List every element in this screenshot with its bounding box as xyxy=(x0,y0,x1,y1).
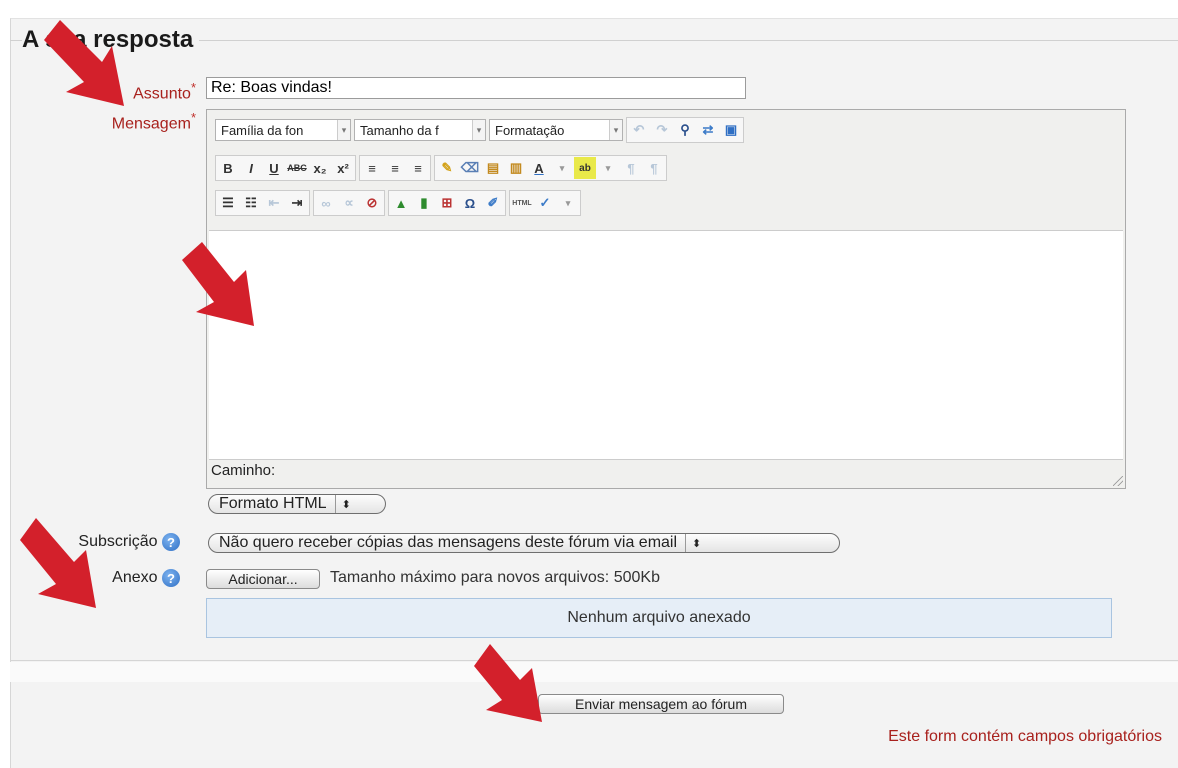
html-source-icon[interactable]: HTML xyxy=(511,192,533,214)
special-char-icon[interactable]: Ω xyxy=(459,192,481,214)
cleanup-icon[interactable]: ✎ xyxy=(436,157,458,179)
subject-label-text: Assunto xyxy=(133,85,191,103)
paste-text-icon[interactable]: ▤ xyxy=(482,157,504,179)
moodle-media-icon[interactable]: ⊞ xyxy=(436,192,458,214)
list-group: ☰ ☷ ⇤ ⇥ xyxy=(215,190,310,216)
toolbar-row-2: B I U ABC x₂ x² ≡ ≡ ≡ ✎ ⌫ ▤ ▥ A ▾ ab ▾ ¶… xyxy=(215,155,667,181)
numbered-list-icon[interactable]: ☷ xyxy=(240,192,262,214)
rtl-icon[interactable]: ¶ xyxy=(643,157,665,179)
chevron-down-icon[interactable]: ▾ xyxy=(551,157,573,179)
outdent-icon[interactable]: ⇤ xyxy=(263,192,285,214)
strikethrough-icon[interactable]: ABC xyxy=(286,157,308,179)
format-select[interactable]: Formatação ▾ xyxy=(489,119,623,141)
align-left-icon[interactable]: ≡ xyxy=(361,157,383,179)
highlight-color-icon[interactable]: ab xyxy=(574,157,596,179)
subject-input[interactable] xyxy=(206,77,746,99)
nolink-icon[interactable]: ⊘ xyxy=(361,192,383,214)
paste-word-icon[interactable]: ▥ xyxy=(505,157,527,179)
arrow-annotation-icon xyxy=(474,644,542,722)
attachment-label-text: Anexo xyxy=(112,569,158,587)
form-divider-band xyxy=(10,662,1178,682)
chevron-down-icon: ▾ xyxy=(609,120,622,140)
chevron-down-icon[interactable]: ▾ xyxy=(557,192,579,214)
required-mark: * xyxy=(190,110,196,125)
subscription-select[interactable]: Não quero receber cópias das mensagens d… xyxy=(208,533,840,553)
fullscreen-icon[interactable]: ▣ xyxy=(720,119,742,141)
editor-content-area[interactable] xyxy=(209,230,1123,460)
file-drop-area[interactable]: Nenhum arquivo anexado xyxy=(206,598,1112,638)
submit-post-button[interactable]: Enviar mensagem ao fórum xyxy=(538,694,784,714)
text-style-group: B I U ABC x₂ x² xyxy=(215,155,356,181)
arrow-annotation-icon xyxy=(182,242,254,326)
undo-icon[interactable]: ↶ xyxy=(628,119,650,141)
clean-group: ✎ ⌫ ▤ ▥ A ▾ ab ▾ ¶ ¶ xyxy=(434,155,667,181)
replace-icon[interactable]: ⇄ xyxy=(697,119,719,141)
find-icon[interactable]: ⚲ xyxy=(674,119,696,141)
toolbar-row-1: Família da fon ▾ Tamanho da f ▾ Formataç… xyxy=(215,117,744,143)
toolbar-row-3: ☰ ☷ ⇤ ⇥ ∞ ∝ ⊘ ▲ ▮ ⊞ Ω ✐ HTML ✓ ▾ xyxy=(215,190,581,216)
required-fields-note: Este form contém campos obrigatórios xyxy=(888,728,1162,745)
image-icon[interactable]: ▲ xyxy=(390,192,412,214)
insert-group: ▲ ▮ ⊞ Ω ✐ xyxy=(388,190,506,216)
arrow-annotation-icon xyxy=(20,518,96,608)
underline-icon[interactable]: U xyxy=(263,157,285,179)
help-icon[interactable]: ? xyxy=(162,569,180,587)
add-file-button[interactable]: Adicionar... xyxy=(206,569,320,589)
font-family-select[interactable]: Família da fon ▾ xyxy=(215,119,351,141)
align-group: ≡ ≡ ≡ xyxy=(359,155,431,181)
help-icon[interactable]: ? xyxy=(162,533,180,551)
unlink-icon[interactable]: ∝ xyxy=(338,192,360,214)
emoticon-icon[interactable]: ✐ xyxy=(482,192,504,214)
subscription-value: Não quero receber cópias das mensagens d… xyxy=(219,534,678,551)
format-value: Formatação xyxy=(495,122,565,138)
editor-path: Caminho: xyxy=(211,462,276,479)
media-icon[interactable]: ▮ xyxy=(413,192,435,214)
align-right-icon[interactable]: ≡ xyxy=(407,157,429,179)
form-divider xyxy=(10,660,1178,661)
text-color-icon[interactable]: A xyxy=(528,157,550,179)
arrow-annotation-icon xyxy=(44,20,124,106)
resize-grip[interactable] xyxy=(1113,476,1123,486)
required-mark: * xyxy=(190,80,196,95)
chevron-down-icon: ▾ xyxy=(472,120,485,140)
indent-icon[interactable]: ⇥ xyxy=(286,192,308,214)
redo-icon[interactable]: ↷ xyxy=(651,119,673,141)
spellcheck-icon[interactable]: ✓ xyxy=(534,192,556,214)
font-size-value: Tamanho da f xyxy=(360,122,439,138)
bullet-list-icon[interactable]: ☰ xyxy=(217,192,239,214)
history-group: ↶ ↷ ⚲ ⇄ ▣ xyxy=(626,117,744,143)
font-size-select[interactable]: Tamanho da f ▾ xyxy=(354,119,486,141)
format-type-select[interactable]: Formato HTML ⬍ xyxy=(208,494,386,514)
ltr-icon[interactable]: ¶ xyxy=(620,157,642,179)
format-type-value: Formato HTML xyxy=(219,495,327,512)
font-family-value: Família da fon xyxy=(221,122,304,138)
eraser-icon[interactable]: ⌫ xyxy=(459,157,481,179)
align-center-icon[interactable]: ≡ xyxy=(384,157,406,179)
subscript-icon[interactable]: x₂ xyxy=(309,157,331,179)
italic-icon[interactable]: I xyxy=(240,157,262,179)
chevron-down-icon[interactable]: ▾ xyxy=(597,157,619,179)
max-size-text: Tamanho máximo para novos arquivos: 500K… xyxy=(330,569,660,586)
updown-icon: ⬍ xyxy=(685,534,707,552)
no-files-text: Nenhum arquivo anexado xyxy=(567,609,751,626)
link-icon[interactable]: ∞ xyxy=(315,192,337,214)
link-group: ∞ ∝ ⊘ xyxy=(313,190,385,216)
code-group: HTML ✓ ▾ xyxy=(509,190,581,216)
superscript-icon[interactable]: x² xyxy=(332,157,354,179)
chevron-down-icon: ▾ xyxy=(337,120,350,140)
bold-icon[interactable]: B xyxy=(217,157,239,179)
updown-icon: ⬍ xyxy=(334,495,357,513)
rich-text-editor: Família da fon ▾ Tamanho da f ▾ Formataç… xyxy=(206,109,1126,489)
